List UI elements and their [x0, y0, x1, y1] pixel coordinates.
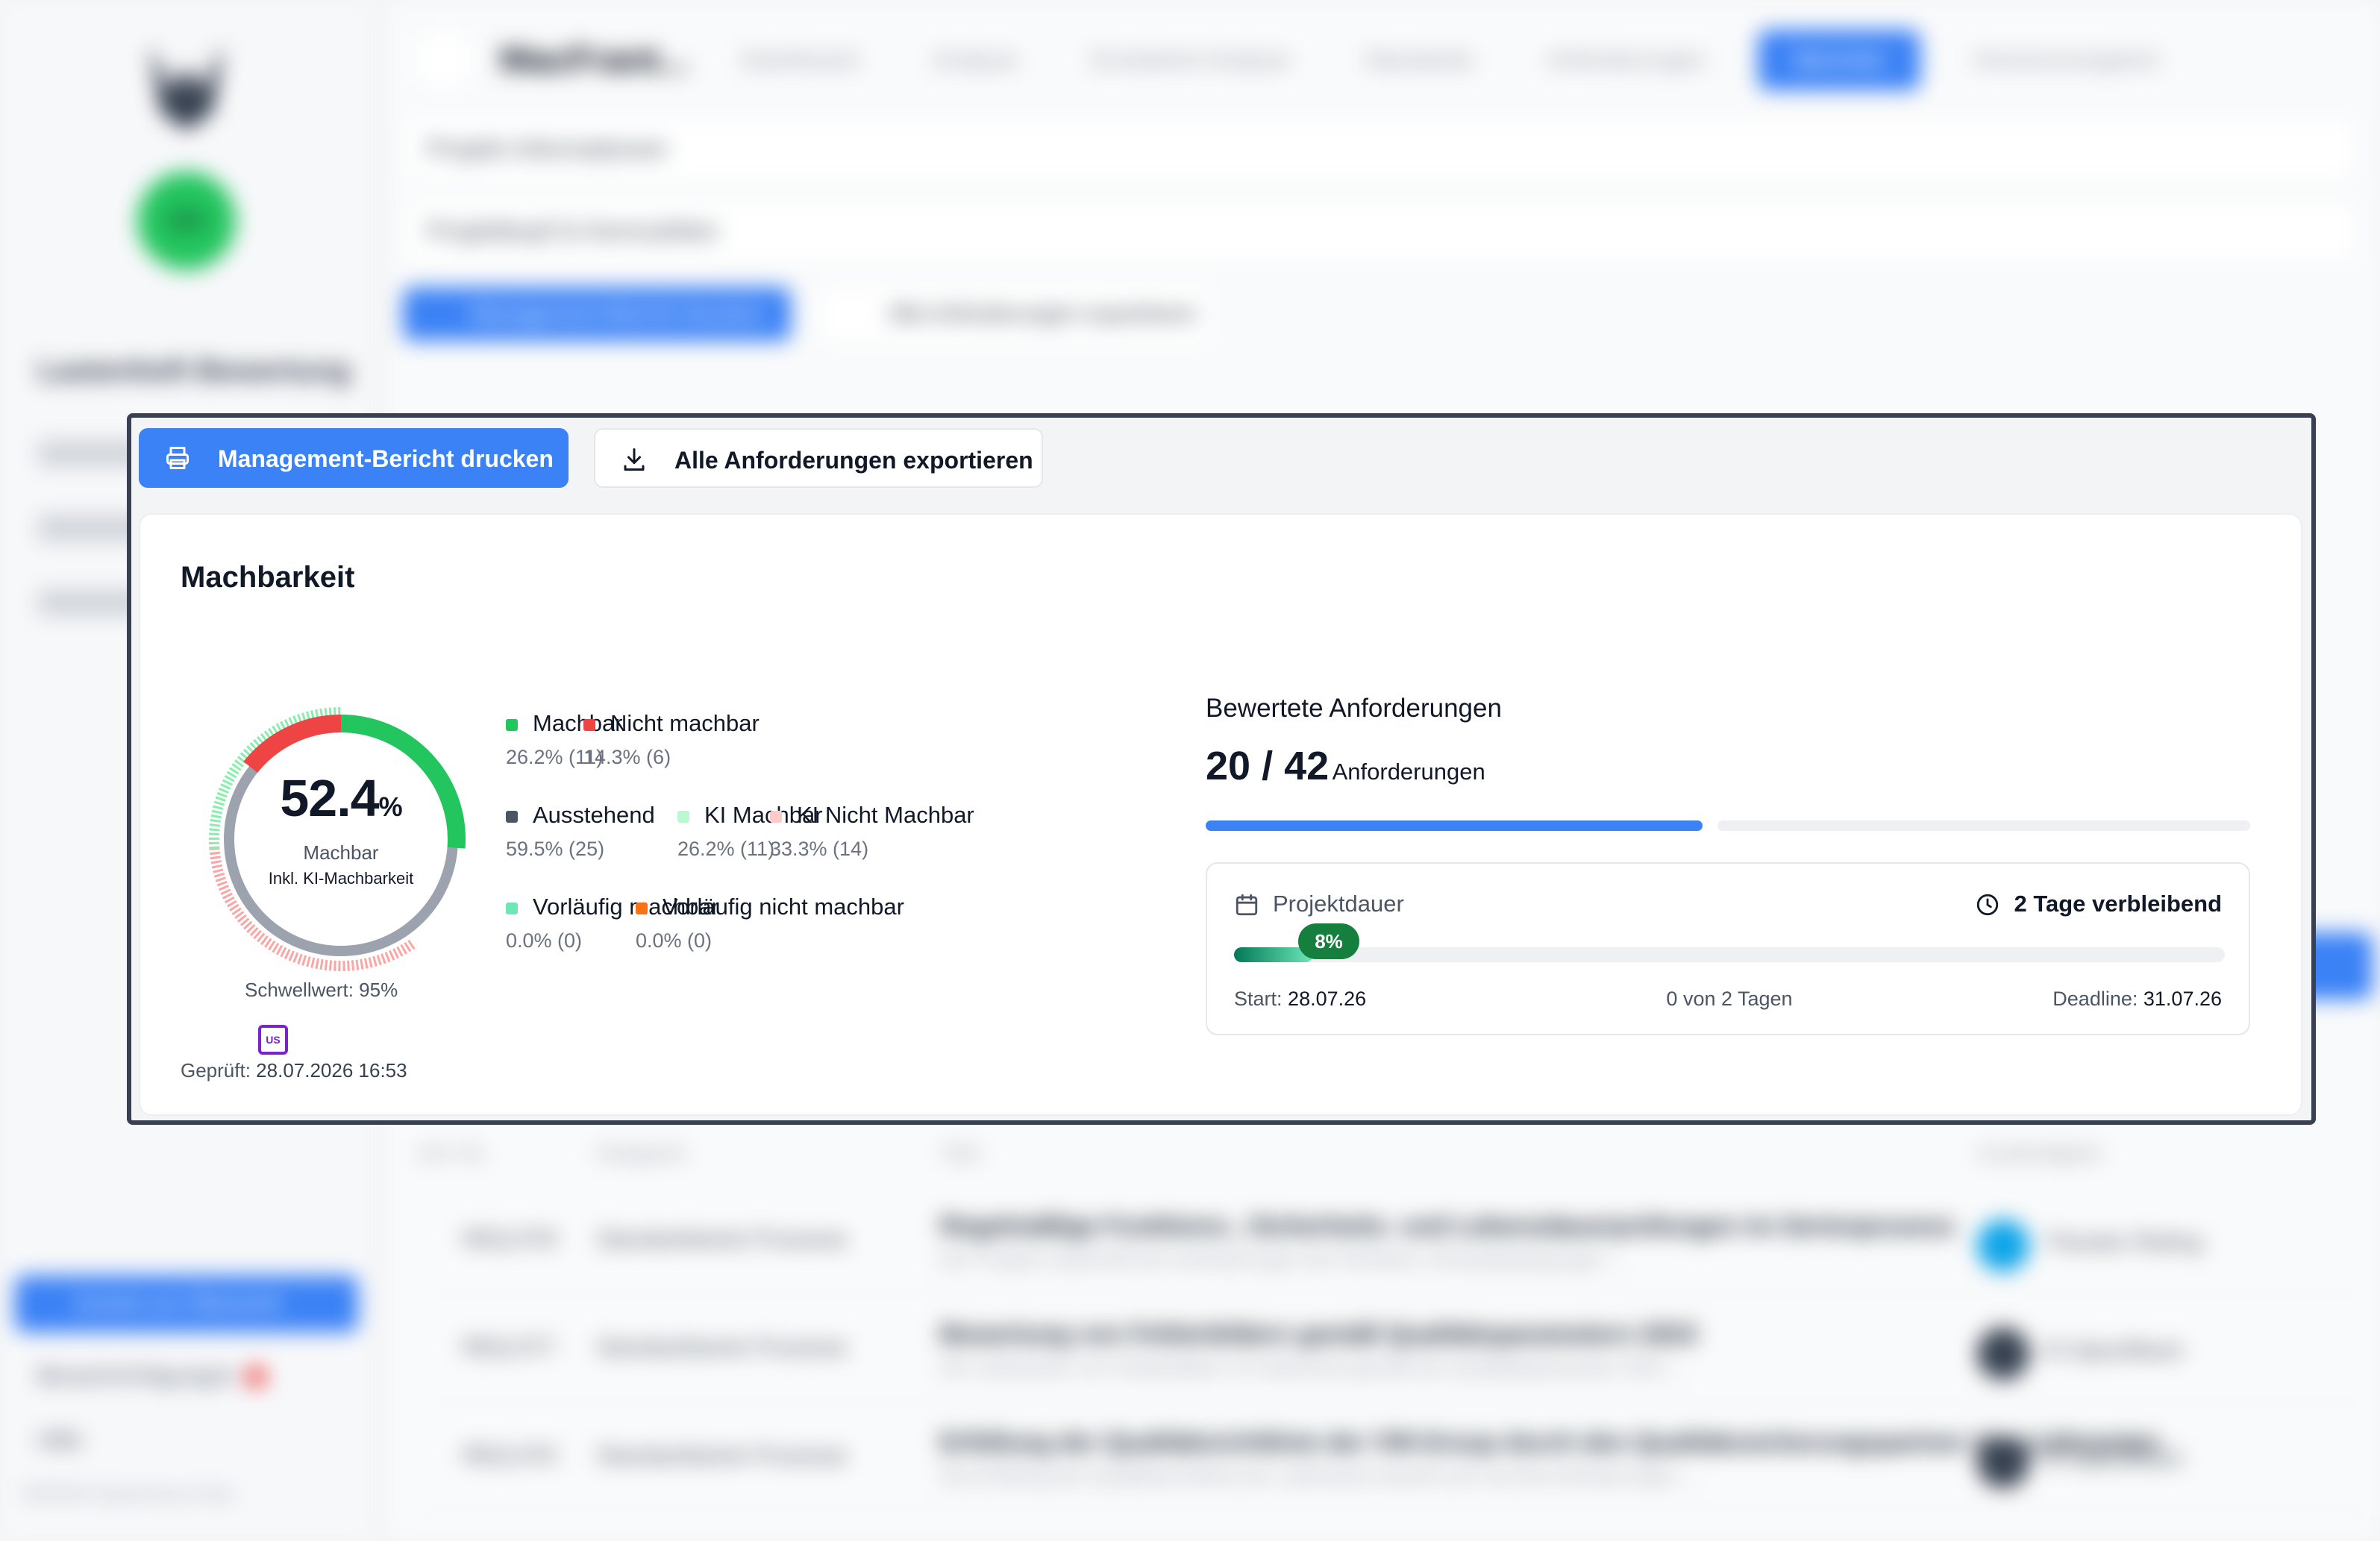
tab-standards[interactable]: Standards [1342, 46, 1496, 74]
row-assignee: KI-Spezifikant [2044, 1446, 2183, 1471]
legend-label: Nicht machbar [610, 710, 760, 736]
user-badge: US [258, 1025, 288, 1055]
back-button[interactable] [418, 34, 470, 86]
panel-project-info[interactable]: Projekt Informationen [403, 116, 2358, 183]
legend-label: Vorläufig nicht machbar [663, 894, 904, 920]
row-id: REQ-078 [463, 1227, 557, 1252]
legend-label: Machbar [533, 710, 623, 736]
legend-swatch [506, 811, 518, 823]
evaluated-progress-bar [1206, 820, 2250, 831]
evaluated-count: 20 / 42 Anforderungen [1206, 744, 1485, 788]
tab-dashboard[interactable]: Dashboard [718, 46, 880, 74]
print-management-report-button[interactable]: Management-Bericht drucken [139, 428, 569, 488]
project-duration-box: Projektdauer 2 Tage verbleibend 8% Start… [1206, 862, 2250, 1035]
print-button-label: Management-Bericht drucken [218, 445, 554, 472]
export-all-requirements-button[interactable]: Alle Anforderungen exportieren [594, 428, 1043, 488]
legend-label: KI Nicht Machbar [797, 802, 974, 828]
duration-progress-track [1234, 947, 2225, 962]
row-category: Standardisierte Prozesse [597, 1335, 848, 1360]
printer-icon [166, 447, 189, 469]
user-avatar[interactable]: SH [137, 172, 236, 270]
report-focus-panel: Management-Bericht drucken Alle Anforder… [127, 413, 2316, 1125]
tab-reports[interactable]: Berichte [1758, 29, 1920, 90]
export-button-label: Alle Anforderungen exportieren [674, 447, 1033, 474]
table-row[interactable]: REQ-078 Standardisierte Prozesse Regelmäßi… [418, 1197, 2373, 1294]
project-tabs: MacFrant... Dashboard Analyse Erweiterte… [403, 22, 2373, 97]
row-category: Standardisierte Prozesse [597, 1227, 848, 1252]
clock-icon [1977, 894, 1999, 916]
table-row[interactable]: REQ-077 Standardisierte Prozesse Bewertung… [418, 1305, 2373, 1402]
evaluated-progress-fill [1206, 820, 1703, 831]
notification-dot-icon [245, 1366, 267, 1388]
evaluated-title: Bewertete Anforderungen [1206, 694, 1502, 723]
col-title[interactable]: Titel [940, 1141, 979, 1165]
duration-title: Projektdauer [1273, 891, 1404, 917]
table-row[interactable]: REQ-076 Standardisierte Prozesse Erfüllung… [418, 1413, 2373, 1510]
project-title: MacFrant... [500, 40, 689, 80]
row-assignee: KI-Spezifikant [2044, 1338, 2183, 1363]
legend-value: 0.0% (0) [506, 929, 583, 952]
checked-timestamp: Geprüft: 28.07.2026 16:53 [181, 1059, 407, 1082]
download-icon [624, 448, 645, 471]
row-title: Bewertung von Fehlerbildern gemäß Qualit… [940, 1320, 1697, 1349]
row-assignee: Theodor Rieling [2044, 1230, 2202, 1255]
row-avatar [1977, 1328, 2029, 1380]
tab-requirements[interactable]: Anforderungen [1526, 46, 1729, 74]
col-category[interactable]: Kategorie [597, 1141, 686, 1165]
feasibility-center-sublabel: Inkl. KI-Machbarkeit [268, 869, 414, 888]
feasibility-center-label: Machbar [303, 841, 379, 864]
row-subtitle: Der Projekt-Lastenheft der Anforderungen… [940, 1248, 1626, 1270]
notifications-link[interactable]: Benachrichtigungen [37, 1363, 267, 1389]
help-link[interactable]: Hilfe [37, 1428, 82, 1454]
col-assignee[interactable]: Zuständigkeit [1977, 1141, 2102, 1165]
legend-swatch [506, 719, 518, 731]
feasibility-card: Machbarkeit 52.4% Machbar Inkl. KI-Machb… [139, 513, 2302, 1116]
bg-print-button[interactable]: Management-Bericht drucken [403, 287, 791, 341]
donut-center: 52.4% Machbar Inkl. KI-Machbarkeit [203, 701, 479, 977]
feasibility-title: Machbarkeit [181, 561, 355, 594]
calendar-icon [1236, 894, 1258, 916]
feasibility-percent: 52.4% [280, 769, 402, 827]
sidebar-footer: MARINE Engineering & Data [22, 1484, 234, 1503]
legend-value: 0.0% (0) [636, 929, 713, 952]
threshold-text: Schwellwert: 95% [245, 979, 398, 1001]
row-title: Regelmäßige Funktions-, Sicherheits- und… [940, 1212, 1955, 1240]
row-avatar [1977, 1220, 2029, 1272]
back-to-overview-button[interactable]: Zurück zur Übersicht [15, 1275, 358, 1332]
legend-swatch [583, 719, 595, 731]
legend-value: 33.3% (14) [770, 838, 869, 860]
days-remaining: 2 Tage verbleibend [1975, 891, 2222, 917]
sidebar-title: Lastenheft Bewertung [37, 354, 351, 387]
brand-logo-icon [149, 45, 224, 131]
tab-extended-analysis[interactable]: Erweiterte Analyse [1070, 46, 1312, 74]
duration-deadline: Deadline: 31.07.26 [2052, 988, 2222, 1010]
legend-label: Ausstehend [533, 802, 655, 828]
tab-analyse[interactable]: Analyse [910, 46, 1040, 74]
col-id[interactable]: Anf.-Nr. [418, 1141, 489, 1165]
tab-version-compare[interactable]: Versionsvergleich [1950, 46, 2182, 74]
legend-value: 14.3% (6) [583, 746, 671, 768]
row-category: Standardisierte Prozesse [597, 1443, 848, 1468]
row-id: REQ-077 [463, 1335, 557, 1360]
row-id: REQ-076 [463, 1443, 557, 1468]
row-subtitle: Die Erfüllung der Qualitätsrichtlinie de… [940, 1464, 1700, 1487]
evaluated-progress-remaining [1717, 820, 2250, 831]
row-title: Erfüllung der Qualitätsrichtlinie der VW… [940, 1428, 2161, 1457]
legend-swatch [506, 903, 518, 914]
legend-value: 59.5% (25) [506, 838, 605, 860]
duration-progress-badge: 8% [1298, 923, 1359, 959]
row-avatar [1977, 1436, 2029, 1488]
row-subtitle: Die Lieferanten von Fehlerbildern im Dok… [940, 1356, 1687, 1378]
bg-export-button[interactable]: Alle Anforderungen exportieren [821, 287, 1209, 341]
panel-project-head[interactable]: Projektkopf & Kennzahlen [403, 198, 2358, 265]
legend-swatch [636, 903, 648, 914]
legend-swatch [770, 811, 782, 823]
legend-value: 26.2% (11) [677, 838, 775, 860]
legend-swatch [677, 811, 689, 823]
